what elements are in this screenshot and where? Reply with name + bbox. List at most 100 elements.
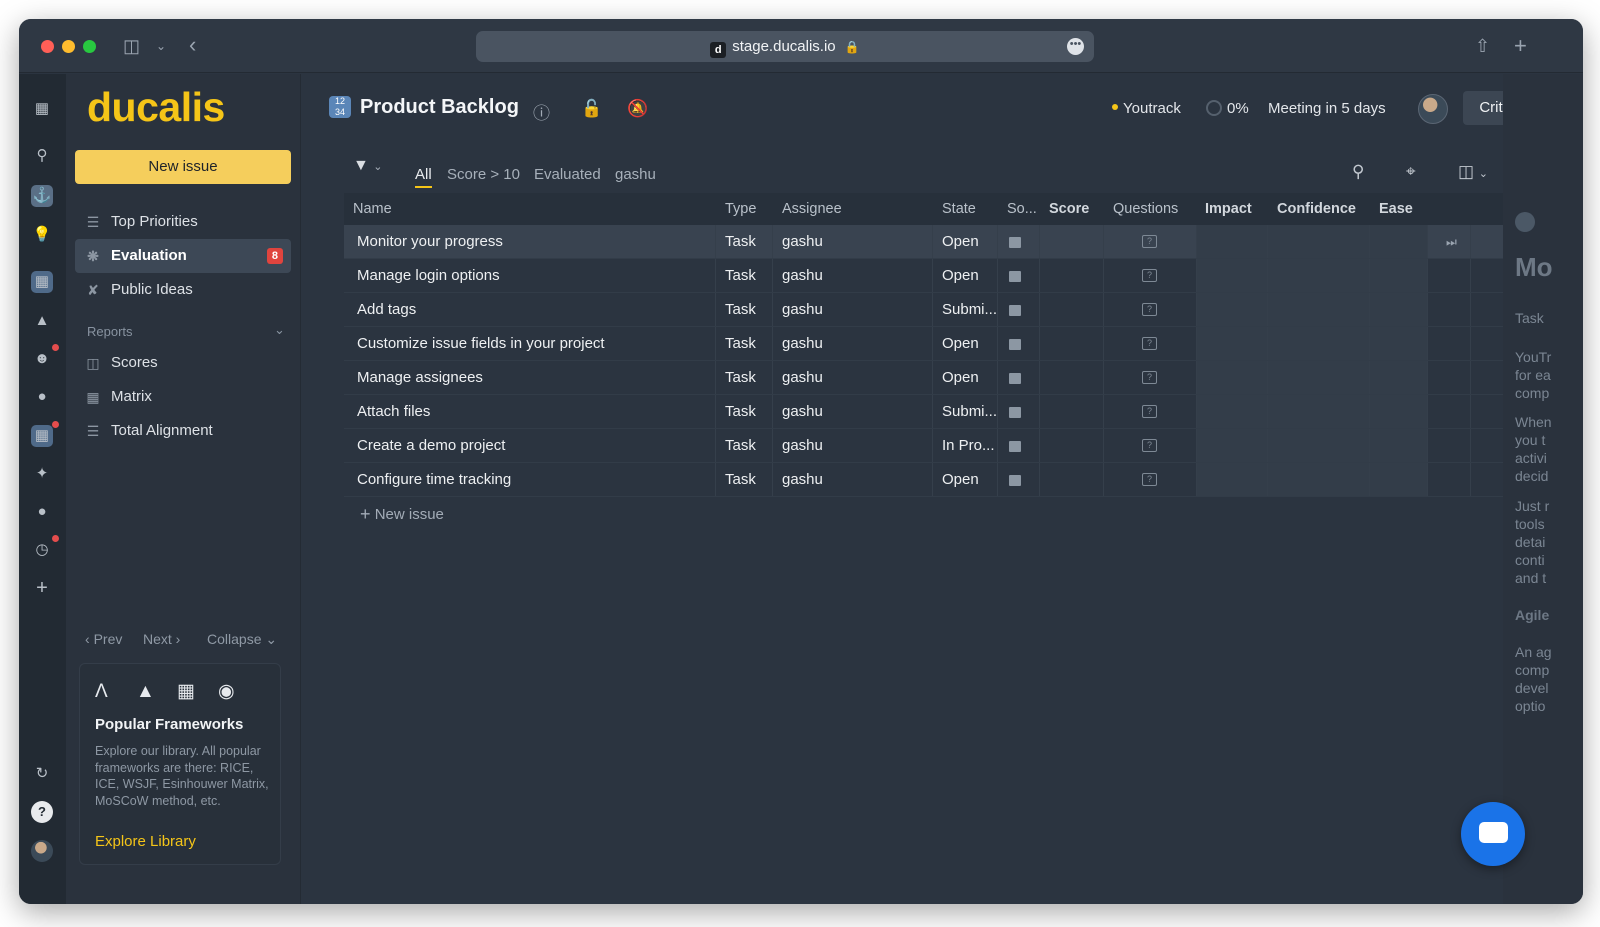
progress-indicator[interactable]: 0% <box>1206 100 1249 117</box>
project-numbers-icon[interactable]: ▦ <box>31 271 53 293</box>
table-row[interactable]: Add tags Task gashu Submi...? <box>344 293 1506 327</box>
runner-icon[interactable]: ✦ <box>31 463 53 485</box>
issue-assignee[interactable]: gashu <box>782 361 823 395</box>
issue-state[interactable]: Open <box>942 259 979 293</box>
clock-icon[interactable]: ◷ <box>31 539 53 561</box>
search-icon[interactable]: ⚲ <box>1352 162 1364 182</box>
app-logo[interactable]: ducalis <box>87 84 225 131</box>
bulb-icon[interactable]: 💡 <box>31 224 53 246</box>
tab-score-over-10[interactable]: Score > 10 <box>447 166 520 183</box>
emoji-icon[interactable]: ☻ <box>31 348 53 370</box>
question-icon[interactable]: ? <box>1142 473 1157 486</box>
unlock-icon[interactable]: 🔓 <box>581 99 602 119</box>
sidebar-toggle-icon[interactable]: ◫ <box>123 33 140 59</box>
address-bar[interactable]: d stage.ducalis.io 🔒 ••• <box>476 31 1094 62</box>
table-row[interactable]: Manage login options Task gashu Open? <box>344 259 1506 293</box>
ball-icon[interactable]: ● <box>31 501 53 523</box>
issue-state[interactable]: Open <box>942 463 979 497</box>
table-row[interactable]: Create a demo project Task gashu In Pro...? <box>344 429 1506 463</box>
column-header-assignee[interactable]: Assignee <box>782 193 842 225</box>
tab-all[interactable]: All <box>415 166 432 188</box>
issue-name[interactable]: Monitor your progress <box>357 225 503 259</box>
question-icon[interactable]: ? <box>1142 405 1157 418</box>
chat-button[interactable] <box>1461 802 1525 866</box>
issue-assignee[interactable]: gashu <box>782 429 823 463</box>
issue-name[interactable]: Manage assignees <box>357 361 483 395</box>
tab-gashu[interactable]: gashu <box>615 166 656 183</box>
question-icon[interactable]: ? <box>1142 303 1157 316</box>
question-icon[interactable]: ? <box>1142 337 1157 350</box>
column-header-name[interactable]: Name <box>353 193 392 225</box>
column-header-impact[interactable]: Impact <box>1205 193 1252 225</box>
column-header-ease[interactable]: Ease <box>1379 193 1413 225</box>
issue-assignee[interactable]: gashu <box>782 327 823 361</box>
column-header-state[interactable]: State <box>942 193 976 225</box>
crosshair-icon[interactable]: ⌖ <box>1406 162 1416 182</box>
issue-state[interactable]: Open <box>942 361 979 395</box>
tab-evaluated[interactable]: Evaluated <box>534 166 601 183</box>
integration-status[interactable]: Youtrack <box>1112 100 1181 117</box>
issue-state[interactable]: Open <box>942 225 979 259</box>
sidebar-item-scores[interactable]: ◫ Scores <box>75 346 291 380</box>
chevron-down-icon[interactable]: ⌄ <box>274 322 285 338</box>
question-icon[interactable]: ? <box>1142 439 1157 452</box>
project-backlog-icon[interactable]: ▦ <box>31 425 53 447</box>
column-header-confidence[interactable]: Confidence <box>1277 193 1356 225</box>
sync-icon[interactable]: ↻ <box>31 763 53 785</box>
info-icon[interactable]: ⓘ <box>533 99 550 124</box>
filter-icon[interactable]: ▼ ⌄ <box>353 157 383 175</box>
table-row[interactable]: Monitor your progress Task gashu Open? ⏭ <box>344 225 1506 259</box>
sidebar-item-evaluation[interactable]: ❋ Evaluation 8 <box>75 239 291 273</box>
issue-assignee[interactable]: gashu <box>782 395 823 429</box>
table-row[interactable]: Attach files Task gashu Submi...? <box>344 395 1506 429</box>
issue-state[interactable]: Open <box>942 327 979 361</box>
more-icon[interactable]: ••• <box>1067 38 1084 55</box>
issue-assignee[interactable]: gashu <box>782 259 823 293</box>
minimize-window-button[interactable] <box>62 40 75 53</box>
share-icon[interactable]: ⇧ <box>1475 33 1490 59</box>
table-row[interactable]: Manage assignees Task gashu Open? <box>344 361 1506 395</box>
search-icon[interactable]: ⚲ <box>31 145 53 167</box>
add-issue-row[interactable]: + New issue <box>344 497 1506 531</box>
chevron-down-icon[interactable]: ⌄ <box>156 33 166 59</box>
grid-icon[interactable]: ▦ <box>31 98 53 120</box>
column-header-questions[interactable]: Questions <box>1113 193 1178 225</box>
new-tab-icon[interactable]: + <box>1514 33 1527 59</box>
issue-name[interactable]: Customize issue fields in your project <box>357 327 605 361</box>
issue-name[interactable]: Configure time tracking <box>357 463 511 497</box>
issue-name[interactable]: Add tags <box>357 293 416 327</box>
table-row[interactable]: Configure time tracking Task gashu Open? <box>344 463 1506 497</box>
issue-assignee[interactable]: gashu <box>782 463 823 497</box>
issue-assignee[interactable]: gashu <box>782 225 823 259</box>
issue-state[interactable]: Submi... <box>942 395 997 429</box>
help-icon[interactable]: ? <box>31 801 53 823</box>
issue-state[interactable]: Submi... <box>942 293 997 327</box>
explore-library-link[interactable]: Explore Library <box>95 833 196 850</box>
issue-name[interactable]: Create a demo project <box>357 429 505 463</box>
add-project-icon[interactable]: + <box>31 577 53 599</box>
zoom-window-button[interactable] <box>83 40 96 53</box>
issue-name[interactable]: Manage login options <box>357 259 500 293</box>
column-header-source[interactable]: So... <box>1007 193 1037 225</box>
prev-button[interactable]: ‹ Prev <box>85 631 122 647</box>
issue-assignee[interactable]: gashu <box>782 293 823 327</box>
avatar[interactable] <box>1418 94 1448 124</box>
sidebar-item-public-ideas[interactable]: ✘ Public Ideas <box>75 273 291 307</box>
shoe-icon[interactable]: ▲ <box>31 310 53 332</box>
collapse-button[interactable]: Collapse ⌄ <box>207 631 277 648</box>
next-button[interactable]: Next › <box>143 631 180 647</box>
notifications-off-icon[interactable]: 🔕 <box>627 99 648 119</box>
sidebar-item-matrix[interactable]: ▦ Matrix <box>75 380 291 414</box>
meeting-info[interactable]: Meeting in 5 days <box>1268 100 1386 117</box>
new-issue-button[interactable]: New issue <box>75 150 291 184</box>
back-icon[interactable]: ‹ <box>189 33 196 57</box>
question-icon[interactable]: ? <box>1142 371 1157 384</box>
sidebar-item-total-alignment[interactable]: ☰ Total Alignment <box>75 414 291 448</box>
column-header-score[interactable]: Score <box>1049 193 1089 225</box>
close-window-button[interactable] <box>41 40 54 53</box>
table-row[interactable]: Customize issue fields in your project Ta… <box>344 327 1506 361</box>
issue-state[interactable]: In Pro... <box>942 429 995 463</box>
question-icon[interactable]: ? <box>1142 269 1157 282</box>
columns-icon[interactable]: ◫ ⌄ <box>1458 162 1488 182</box>
column-header-type[interactable]: Type <box>725 193 756 225</box>
